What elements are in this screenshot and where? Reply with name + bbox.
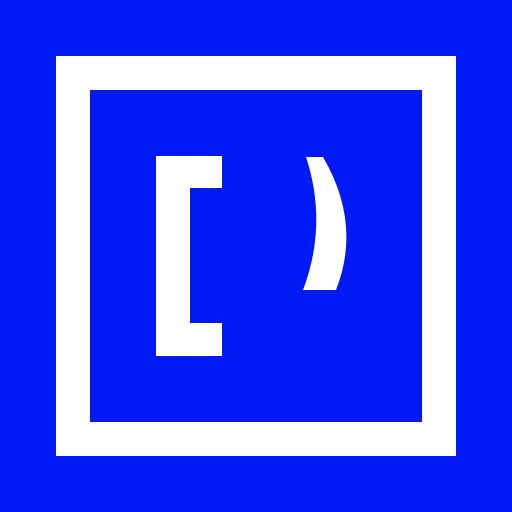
- app-icon: [0, 0, 512, 512]
